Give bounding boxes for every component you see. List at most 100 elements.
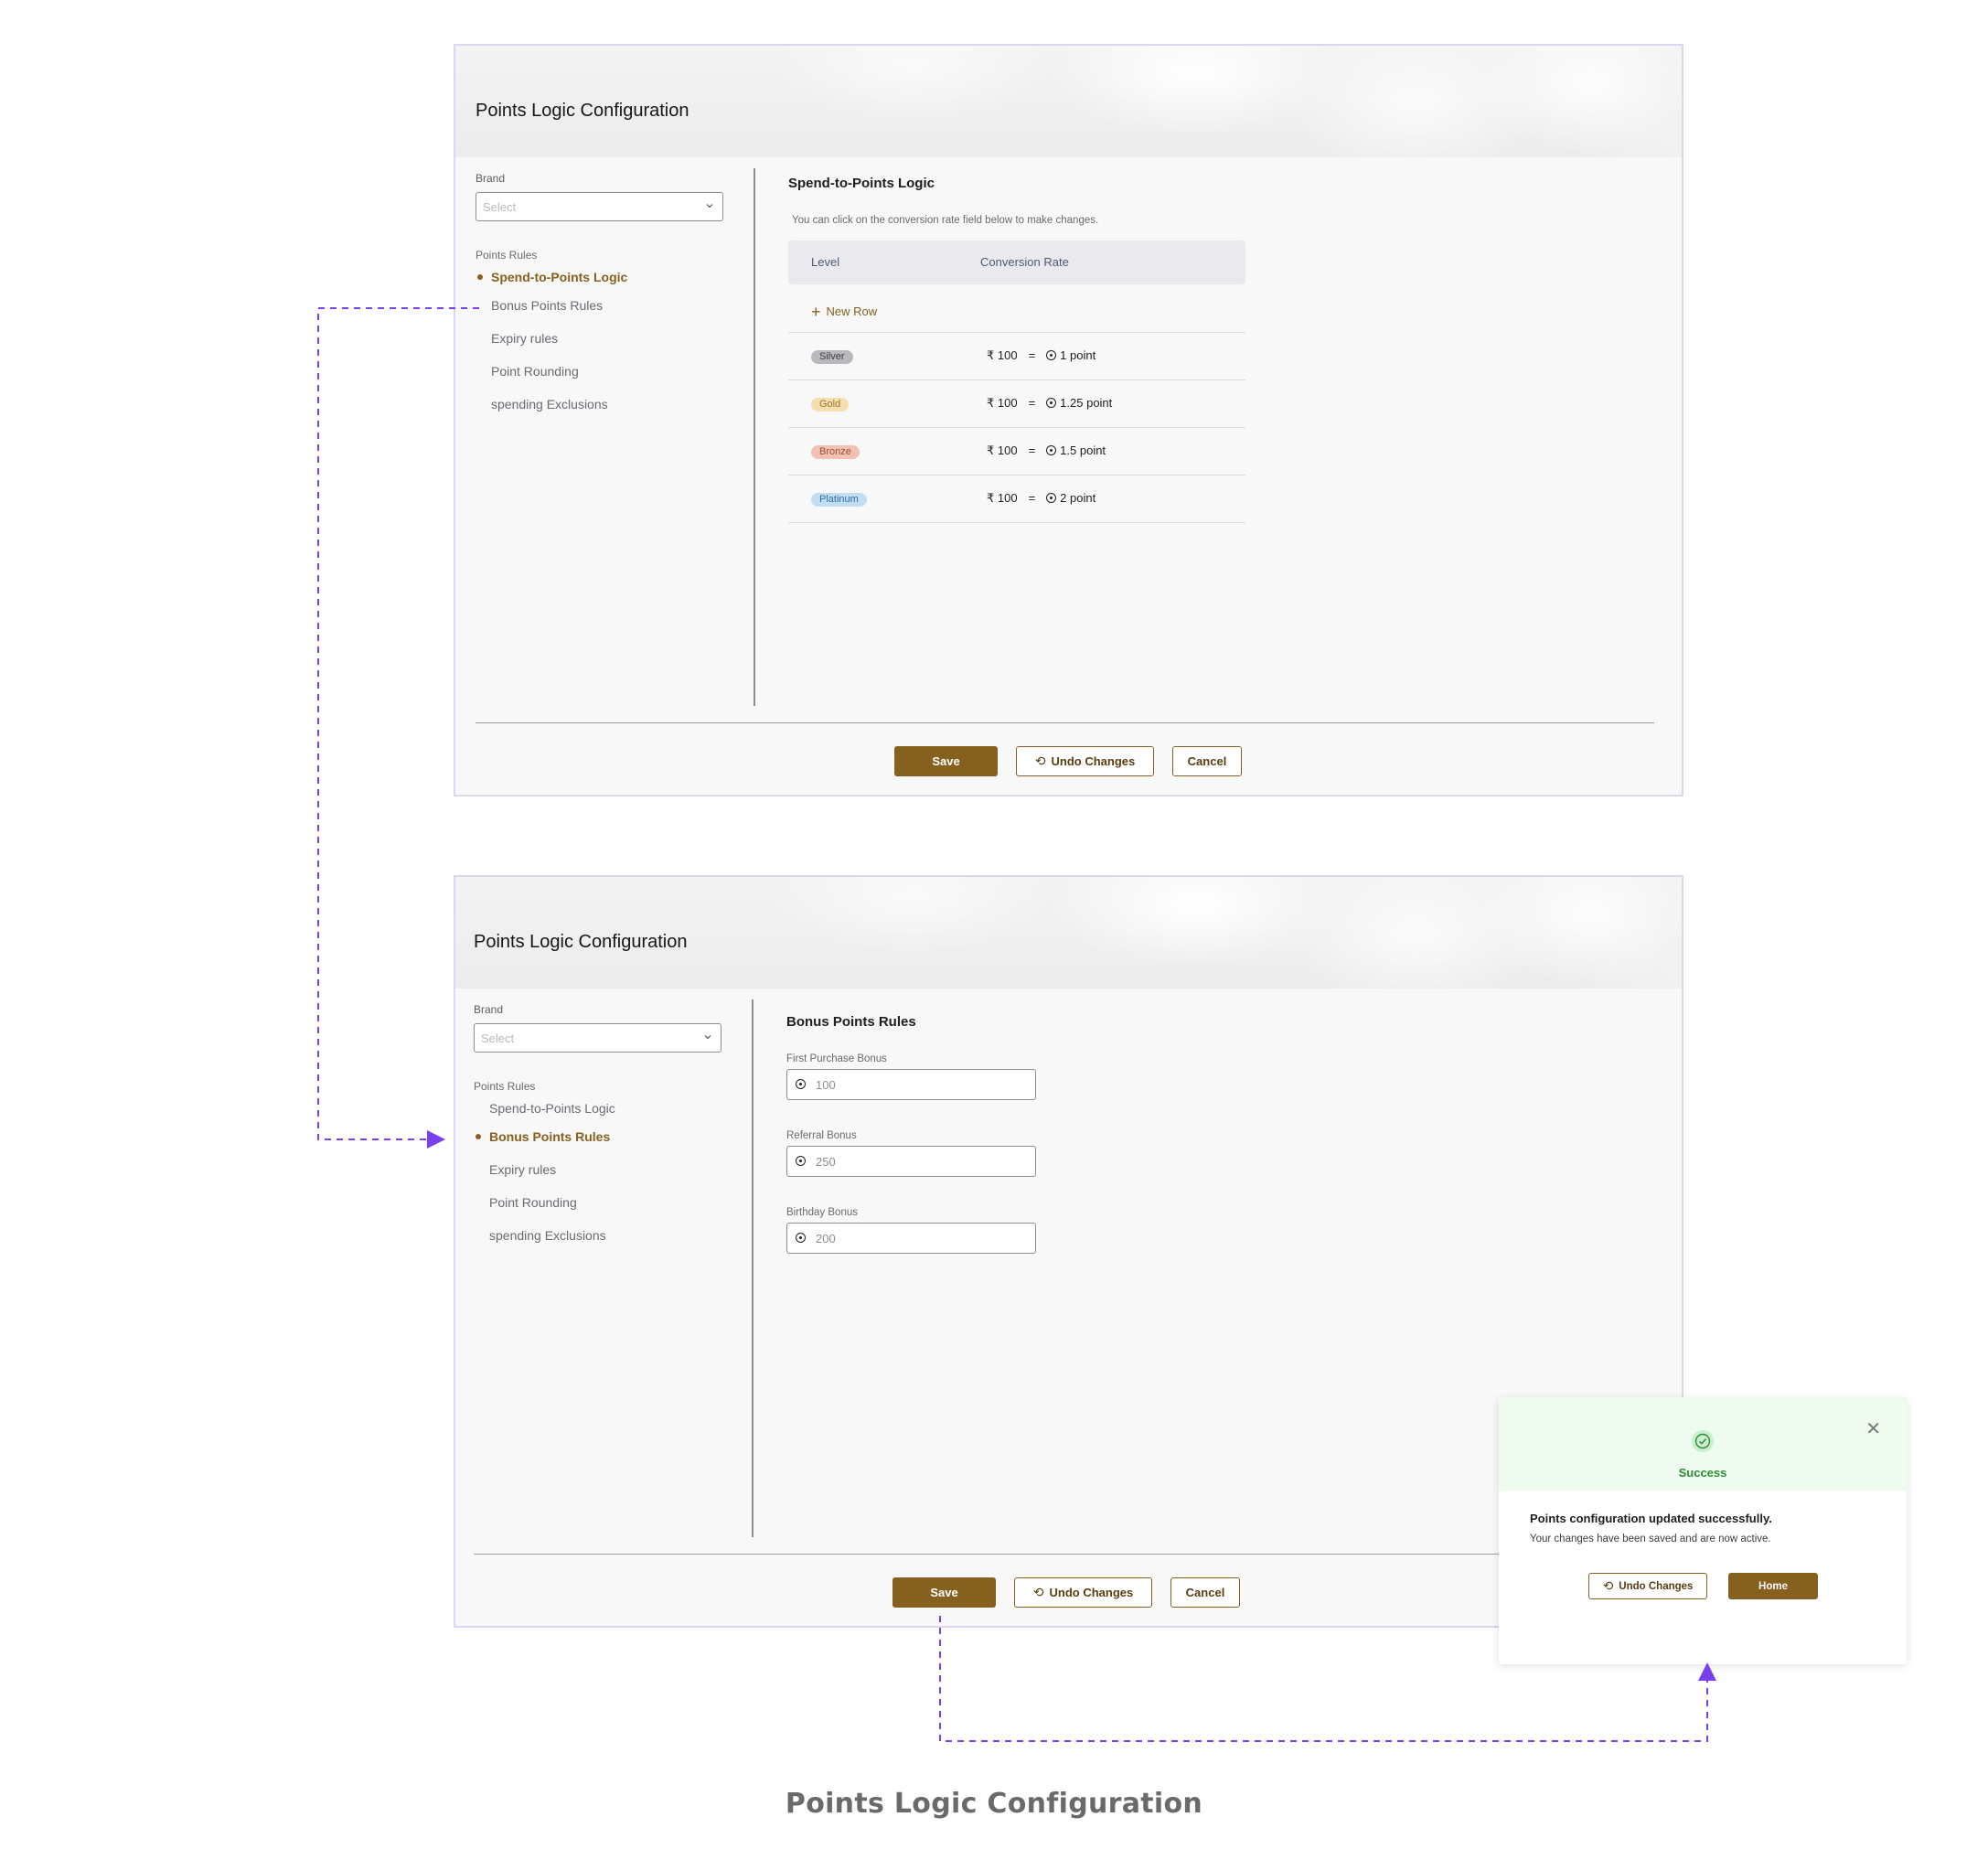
points-coin-icon [1046,398,1057,408]
points-coin-icon [1046,493,1057,503]
action-buttons: Save ⟲ Undo Changes Cancel [894,746,1242,776]
field-value: 250 [816,1155,836,1169]
page-title: Points Logic Configuration [476,101,689,121]
conversion-rate-field[interactable]: ₹ 100 = 1.5 point [987,444,1106,458]
brand-label: Brand [476,172,506,185]
left-panel: Brand Select Points Rules Spend-to-Point… [474,1003,725,1252]
points-coin-icon [1046,445,1057,455]
undo-label: Undo Changes [1051,754,1136,768]
table-row[interactable]: Platinum ₹ 100 = 2 point [788,476,1245,523]
cancel-button[interactable]: Cancel [1170,1577,1240,1608]
points-value: 1.25 point [1060,396,1113,410]
modal-message: Your changes have been saved and are now… [1530,1534,1771,1544]
field-value: 200 [816,1232,836,1245]
conversion-hint: You can click on the conversion rate fie… [792,215,1099,226]
undo-icon: ⟲ [1032,1585,1044,1599]
success-modal: Success ✕ Points configuration updated s… [1499,1397,1907,1664]
equals-sign: = [1028,491,1036,505]
undo-icon: ⟲ [1602,1578,1614,1593]
save-button[interactable]: Save [894,746,998,776]
nav-item-spending-exclusions[interactable]: spending Exclusions [474,1219,725,1252]
screen-spend-to-points: Points Logic Configuration Brand Select … [454,44,1683,796]
action-buttons: Save ⟲ Undo Changes Cancel [892,1577,1240,1608]
points-value: 1.5 point [1060,444,1106,457]
birthday-bonus-label: Birthday Bonus [786,1207,858,1218]
equals-sign: = [1028,348,1036,362]
undo-changes-button[interactable]: ⟲ Undo Changes [1016,746,1154,776]
points-coin-icon [1046,350,1057,360]
save-button[interactable]: Save [892,1577,996,1608]
chevron-down-icon [704,1035,711,1040]
equals-sign: = [1028,444,1036,457]
nav-item-spend-to-points[interactable]: Spend-to-Points Logic [474,1096,725,1120]
nav-item-bonus-points[interactable]: Bonus Points Rules [476,289,727,322]
plus-icon: + [811,303,821,321]
conversion-table: Level Conversion Rate + New Row Silver ₹ … [788,240,1245,523]
undo-label: Undo Changes [1619,1580,1694,1592]
header-conversion-rate: Conversion Rate [980,255,1069,269]
page-title: Points Logic Configuration [474,932,688,952]
level-badge: Platinum [811,493,867,507]
cancel-button[interactable]: Cancel [1172,746,1242,776]
check-circle-icon [1692,1430,1714,1452]
spend-amount: ₹ 100 [987,396,1018,410]
home-button[interactable]: Home [1728,1573,1818,1599]
undo-label: Undo Changes [1049,1586,1134,1599]
brand-select[interactable]: Select [474,1023,721,1053]
brand-label: Brand [474,1003,504,1016]
chevron-down-icon [706,204,713,208]
level-badge: Gold [811,398,850,411]
points-coin-icon [796,1233,806,1243]
nav-item-expiry-rules[interactable]: Expiry rules [476,322,727,355]
new-row-label: New Row [826,305,878,318]
table-row[interactable]: Bronze ₹ 100 = 1.5 point [788,428,1245,476]
nav-item-point-rounding[interactable]: Point Rounding [474,1186,725,1219]
success-status: Success [1678,1466,1727,1480]
left-panel: Brand Select Points Rules Spend-to-Point… [476,172,727,421]
section-title: Spend-to-Points Logic [788,176,935,191]
nav-item-bonus-points[interactable]: Bonus Points Rules [474,1120,725,1153]
table-header: Level Conversion Rate [788,240,1245,284]
brand-select-placeholder: Select [483,200,517,214]
table-row[interactable]: Silver ₹ 100 = 1 point [788,333,1245,380]
nav-item-spend-to-points[interactable]: Spend-to-Points Logic [476,265,727,289]
field-value: 100 [816,1078,836,1092]
nav-item-expiry-rules[interactable]: Expiry rules [474,1153,725,1186]
section-title: Bonus Points Rules [786,1014,916,1030]
new-row-button[interactable]: + New Row [788,284,1245,333]
spend-amount: ₹ 100 [987,348,1018,362]
modal-undo-changes-button[interactable]: ⟲ Undo Changes [1588,1573,1707,1599]
points-value: 1 point [1060,348,1096,362]
spend-amount: ₹ 100 [987,444,1018,457]
spend-amount: ₹ 100 [987,491,1018,505]
table-row[interactable]: Gold ₹ 100 = 1.25 point [788,380,1245,428]
points-rules-nav: Spend-to-Points Logic Bonus Points Rules… [476,265,727,421]
modal-header: Success ✕ [1499,1397,1907,1491]
modal-buttons: ⟲ Undo Changes Home [1588,1573,1818,1599]
conversion-rate-field[interactable]: ₹ 100 = 1.25 point [987,396,1112,411]
birthday-bonus-input[interactable]: 200 [786,1223,1036,1254]
nav-item-point-rounding[interactable]: Point Rounding [476,355,727,388]
first-purchase-bonus-label: First Purchase Bonus [786,1053,887,1064]
nav-item-spending-exclusions[interactable]: spending Exclusions [476,388,727,421]
undo-icon: ⟲ [1034,753,1046,768]
first-purchase-bonus-input[interactable]: 100 [786,1069,1036,1100]
footer-divider [474,1554,1654,1555]
points-rules-label: Points Rules [474,1080,536,1093]
points-rules-nav: Spend-to-Points Logic Bonus Points Rules… [474,1096,725,1252]
referral-bonus-label: Referral Bonus [786,1130,857,1141]
brand-select-placeholder: Select [481,1031,515,1045]
brand-select[interactable]: Select [476,192,723,221]
undo-changes-button[interactable]: ⟲ Undo Changes [1014,1577,1152,1608]
header-level: Level [811,255,840,269]
close-icon[interactable]: ✕ [1865,1417,1881,1440]
points-coin-icon [796,1079,806,1089]
level-badge: Bronze [811,445,860,459]
conversion-rate-field[interactable]: ₹ 100 = 1 point [987,348,1096,363]
referral-bonus-input[interactable]: 250 [786,1146,1036,1177]
conversion-rate-field[interactable]: ₹ 100 = 2 point [987,491,1096,506]
footer-divider [476,722,1654,723]
points-value: 2 point [1060,491,1096,505]
points-rules-label: Points Rules [476,249,538,262]
vertical-divider [752,999,754,1537]
